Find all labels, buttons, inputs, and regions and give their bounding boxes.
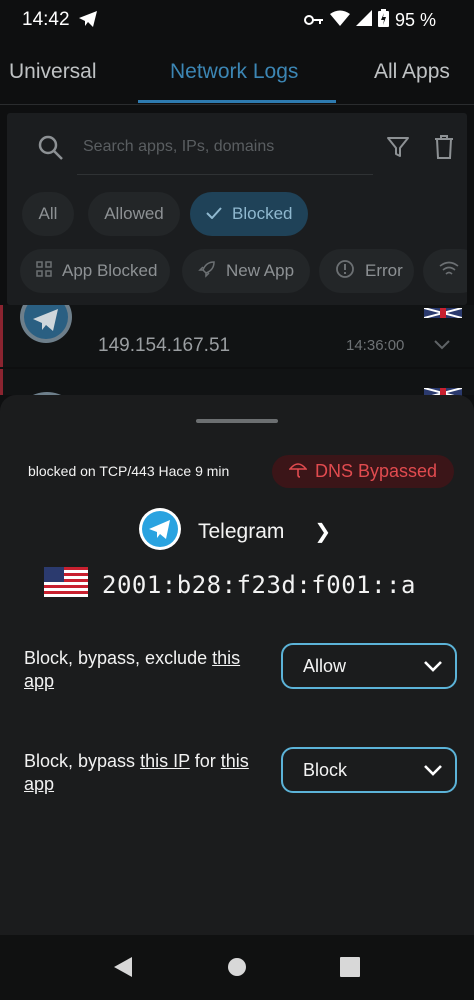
battery-icon bbox=[377, 9, 389, 32]
filter-icon[interactable] bbox=[386, 135, 410, 164]
app-rule-label: Block, bypass, exclude this app bbox=[24, 648, 241, 691]
uk-flag-icon bbox=[423, 305, 463, 323]
log-row[interactable] bbox=[0, 369, 474, 400]
chip-error[interactable]: Error bbox=[319, 249, 414, 293]
grid-icon bbox=[36, 260, 52, 282]
chevron-down-icon bbox=[423, 656, 443, 677]
key-icon bbox=[303, 10, 324, 31]
chip-blocked-label: Blocked bbox=[232, 204, 293, 223]
chip-allowed[interactable]: Allowed bbox=[88, 192, 180, 236]
this-app-link[interactable]: app bbox=[24, 774, 54, 794]
chip-all[interactable]: All bbox=[22, 192, 74, 236]
umbrella-icon bbox=[288, 460, 308, 483]
us-flag-icon bbox=[44, 567, 88, 602]
search-input[interactable]: Search apps, IPs, domains bbox=[83, 138, 274, 156]
telegram-notification-icon bbox=[78, 10, 98, 33]
chevron-right-icon: ❯ bbox=[314, 521, 332, 543]
log-detail-sheet: blocked on TCP/443 Hace 9 min DNS Bypass… bbox=[0, 395, 474, 935]
chip-app-blocked-label: App Blocked bbox=[62, 261, 158, 280]
chip-network[interactable] bbox=[423, 249, 467, 293]
this-ip-link[interactable]: this IP bbox=[140, 751, 190, 771]
status-time: 14:42 bbox=[22, 9, 70, 30]
chip-error-label: Error bbox=[365, 261, 403, 280]
this-app-link[interactable]: this bbox=[212, 648, 240, 668]
log-time: 14:36:00 bbox=[346, 337, 405, 354]
ip-address[interactable]: 2001:b28:f23d:f001::a bbox=[102, 571, 416, 599]
status-indicators: 95 % bbox=[303, 9, 436, 32]
this-app-link[interactable]: app bbox=[24, 671, 54, 691]
signal-icon bbox=[355, 10, 372, 31]
blocked-indicator bbox=[0, 305, 3, 367]
recents-icon[interactable] bbox=[340, 957, 360, 982]
log-row[interactable]: 149.154.167.51 14:36:00 bbox=[0, 291, 474, 367]
ip-rule-value: Block bbox=[303, 759, 348, 780]
status-bar: 14:42 95 % bbox=[0, 0, 474, 40]
rocket-icon bbox=[198, 260, 216, 283]
chip-new-app[interactable]: New App bbox=[182, 249, 310, 293]
search-icon bbox=[38, 135, 64, 166]
tab-universal[interactable]: Universal bbox=[9, 60, 97, 84]
chip-blocked[interactable]: Blocked bbox=[190, 192, 308, 236]
this-app-link[interactable]: this bbox=[221, 751, 249, 771]
chip-app-blocked[interactable]: App Blocked bbox=[20, 249, 170, 293]
protocol-text: blocked on TCP/443 Hace 9 min bbox=[28, 463, 230, 479]
expand-chevron-icon[interactable] bbox=[434, 337, 450, 355]
ip-rule-label: Block, bypass this IP for this app bbox=[24, 751, 249, 794]
blocked-indicator bbox=[0, 369, 3, 395]
wifi-icon bbox=[329, 10, 350, 31]
telegram-icon bbox=[138, 507, 182, 556]
app-link[interactable]: Telegram ❯ bbox=[138, 507, 331, 556]
chip-all-label: All bbox=[38, 204, 58, 223]
tab-network-logs[interactable]: Network Logs bbox=[170, 60, 298, 84]
ip-line: 2001:b28:f23d:f001::a bbox=[44, 567, 416, 602]
log-ip: 149.154.167.51 bbox=[98, 335, 231, 356]
chevron-down-icon bbox=[423, 760, 443, 781]
app-name: Telegram bbox=[198, 519, 285, 543]
ip-rule-dropdown[interactable]: Block bbox=[281, 747, 457, 793]
app-rule-dropdown[interactable]: Allow bbox=[281, 643, 457, 689]
app-rule-value: Allow bbox=[303, 655, 347, 676]
search-bar: Search apps, IPs, domains bbox=[7, 113, 467, 175]
error-icon bbox=[335, 259, 355, 284]
sheet-drag-handle[interactable] bbox=[196, 419, 278, 423]
search-divider bbox=[77, 174, 373, 175]
wifi-icon bbox=[439, 261, 459, 282]
chip-allowed-label: Allowed bbox=[104, 204, 164, 223]
system-nav-bar bbox=[0, 935, 474, 1000]
tab-bar: Universal Network Logs All Apps bbox=[0, 40, 474, 105]
badge-label: DNS Bypassed bbox=[314, 461, 438, 481]
home-icon[interactable] bbox=[227, 957, 247, 982]
filter-panel: Search apps, IPs, domains All Allowed Bl… bbox=[7, 113, 467, 305]
active-tab-indicator bbox=[138, 100, 336, 103]
check-icon bbox=[206, 204, 222, 224]
back-icon[interactable] bbox=[112, 956, 134, 983]
dns-bypassed-badge: DNS Bypassed bbox=[272, 455, 454, 488]
chip-new-app-label: New App bbox=[226, 261, 295, 280]
tab-all-apps[interactable]: All Apps bbox=[374, 60, 450, 84]
delete-icon[interactable] bbox=[433, 135, 455, 164]
battery-percent: 95 % bbox=[394, 10, 436, 30]
